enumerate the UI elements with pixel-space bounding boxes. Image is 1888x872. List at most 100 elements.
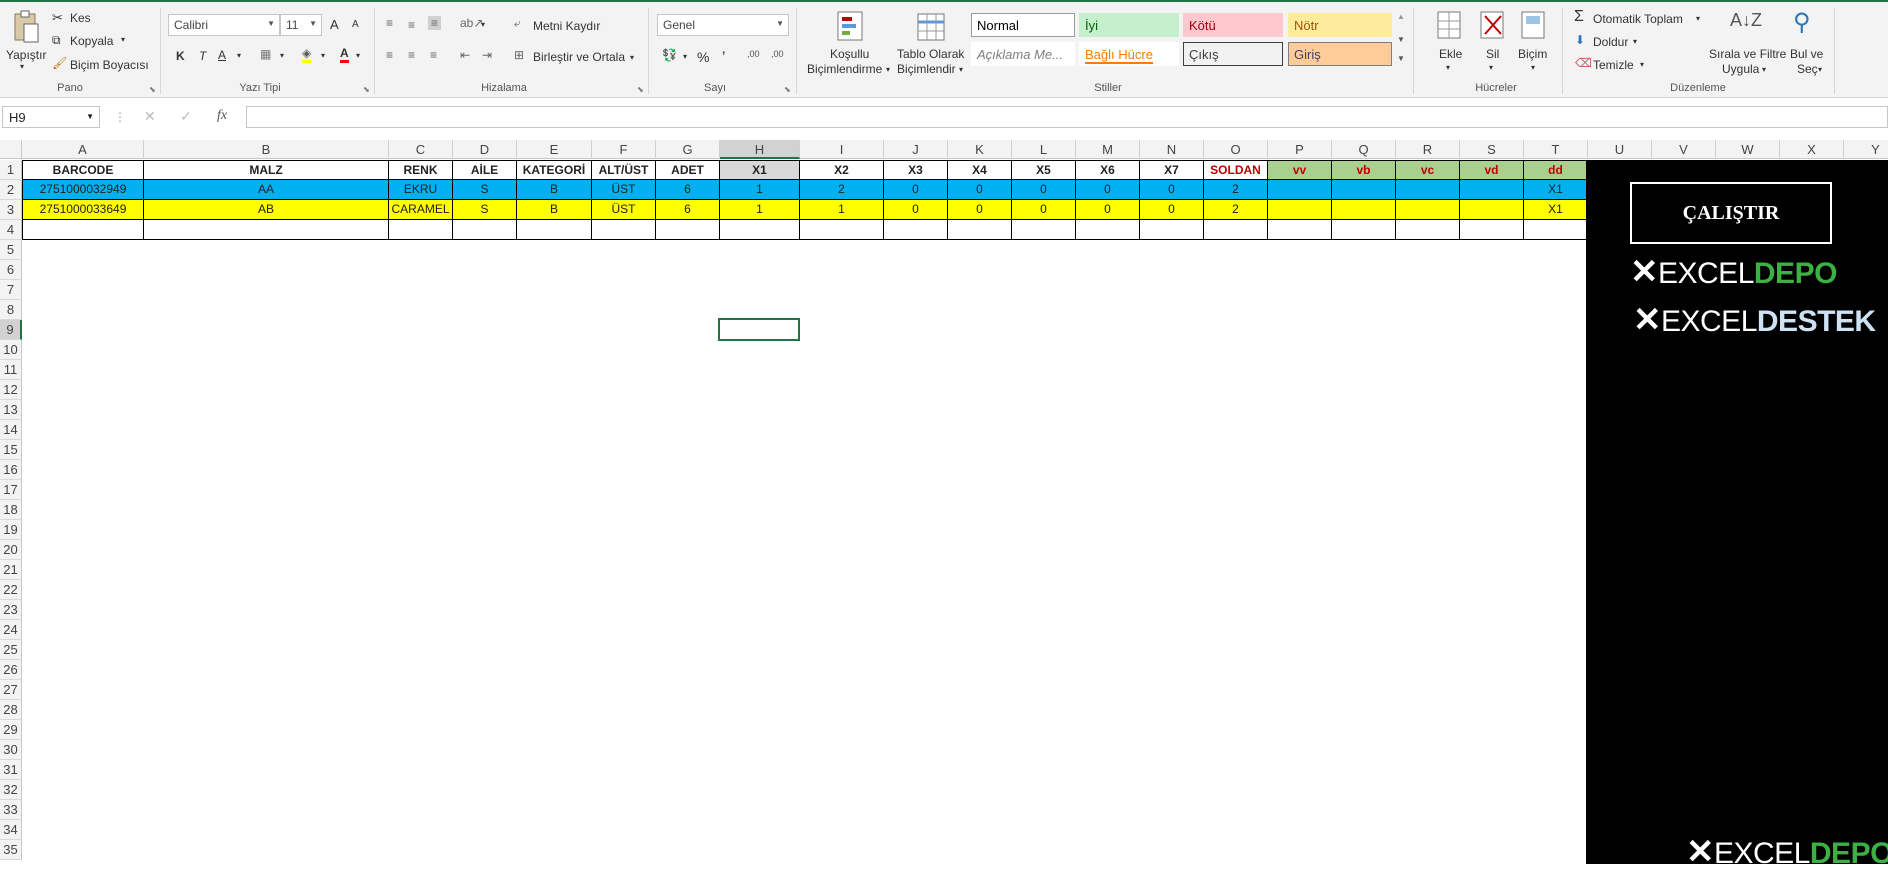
number-format-select[interactable]: Genel ▼ [657, 14, 789, 36]
row-header-16[interactable]: 16 [0, 460, 22, 480]
delete-cells-icon[interactable] [1479, 10, 1507, 42]
table-cell[interactable]: 1 [720, 180, 800, 200]
fill-button[interactable]: Doldur [1593, 35, 1628, 49]
table-cell[interactable] [1332, 180, 1396, 200]
sort-dropdown-icon[interactable]: ▾ [1762, 65, 1766, 74]
merge-icon[interactable]: ⊞ [514, 48, 524, 62]
copy-button[interactable]: Kopyala [70, 34, 113, 48]
column-header-C[interactable]: C [389, 140, 453, 159]
format-dropdown-icon[interactable]: ▾ [1531, 63, 1535, 72]
paste-label[interactable]: Yapıştır [6, 48, 46, 62]
table-cell[interactable]: AA [144, 180, 389, 200]
table-cell[interactable]: 2 [1204, 180, 1268, 200]
table-cell[interactable] [884, 220, 948, 240]
table-cell[interactable]: X1 [1524, 200, 1588, 220]
conditional-formatting-label[interactable]: Koşullu [830, 47, 869, 61]
autosum-dropdown-icon[interactable]: ▾ [1696, 14, 1700, 23]
style-neutral[interactable]: Nötr [1288, 13, 1392, 37]
table-cell[interactable]: 0 [1012, 200, 1076, 220]
styles-more-icon[interactable]: ▼ [1397, 54, 1405, 63]
fill-dropdown-icon[interactable]: ▾ [1633, 37, 1637, 46]
column-header-L[interactable]: L [1012, 140, 1076, 159]
table-cell[interactable] [1460, 220, 1524, 240]
copy-icon[interactable]: ⧉ [52, 33, 61, 48]
column-header-S[interactable]: S [1460, 140, 1524, 159]
format-as-table-icon[interactable] [916, 10, 948, 44]
table-cell[interactable]: AB [144, 200, 389, 220]
insert-function-button[interactable]: fx [217, 108, 227, 124]
header-cell[interactable]: X4 [948, 160, 1012, 180]
borders-icon[interactable]: ▦ [260, 47, 271, 61]
table-cell[interactable] [1460, 180, 1524, 200]
fill-color-icon[interactable]: ◈ [302, 46, 312, 63]
table-cell[interactable] [1140, 220, 1204, 240]
table-cell[interactable]: 2751000033649 [22, 200, 144, 220]
table-cell[interactable]: 6 [656, 180, 720, 200]
formula-bar-drag-icon[interactable]: ⋮ [114, 110, 126, 124]
row-header-35[interactable]: 35 [0, 840, 22, 860]
align-right-icon[interactable]: ≡ [430, 48, 437, 62]
borders-dropdown-icon[interactable]: ▾ [280, 51, 284, 60]
font-color-button[interactable]: A [340, 46, 349, 63]
table-cell[interactable]: 0 [1076, 200, 1140, 220]
number-launcher-icon[interactable]: ⬊ [784, 85, 791, 94]
row-header-27[interactable]: 27 [0, 680, 22, 700]
column-header-M[interactable]: M [1076, 140, 1140, 159]
copy-dropdown-icon[interactable]: ▾ [121, 35, 125, 44]
row-header-18[interactable]: 18 [0, 500, 22, 520]
header-cell[interactable]: SOLDAN [1204, 160, 1268, 180]
find-dropdown-icon[interactable]: ▾ [1818, 65, 1822, 74]
table-cell[interactable]: 0 [948, 200, 1012, 220]
table-cell[interactable]: 0 [1012, 180, 1076, 200]
column-header-D[interactable]: D [453, 140, 517, 159]
row-header-32[interactable]: 32 [0, 780, 22, 800]
column-header-N[interactable]: N [1140, 140, 1204, 159]
cancel-icon[interactable]: ✕ [144, 108, 156, 125]
row-header-19[interactable]: 19 [0, 520, 22, 540]
row-header-5[interactable]: 5 [0, 240, 22, 260]
row-header-21[interactable]: 21 [0, 560, 22, 580]
style-normal[interactable]: Normal [971, 13, 1075, 37]
row-header-1[interactable]: 1 [0, 160, 22, 180]
table-cell[interactable] [389, 220, 453, 240]
format-painter-icon[interactable]: 🖌 [52, 56, 67, 70]
table-cell[interactable] [1396, 180, 1460, 200]
table-cell[interactable] [1268, 220, 1332, 240]
header-cell[interactable]: RENK [389, 160, 453, 180]
wrap-text-icon[interactable]: ⤶ [514, 16, 521, 31]
row-header-2[interactable]: 2 [0, 180, 22, 200]
format-as-table-label[interactable]: Tablo Olarak [897, 47, 964, 61]
style-bad[interactable]: Kötü [1183, 13, 1283, 37]
font-size-select[interactable]: 11 ▼ [280, 14, 322, 36]
increase-decimal-button[interactable]: ,00 [747, 49, 760, 59]
table-cell[interactable]: 0 [1140, 200, 1204, 220]
cut-button[interactable]: Kes [70, 11, 91, 25]
row-header-25[interactable]: 25 [0, 640, 22, 660]
table-cell[interactable]: CARAMEL [389, 200, 453, 220]
clipboard-launcher-icon[interactable]: ⬊ [149, 85, 156, 94]
row-header-20[interactable]: 20 [0, 540, 22, 560]
table-cell[interactable]: 2 [1204, 200, 1268, 220]
percent-button[interactable]: % [697, 49, 709, 65]
row-header-14[interactable]: 14 [0, 420, 22, 440]
find-select-icon[interactable]: ⚲ [1793, 8, 1811, 37]
row-header-13[interactable]: 13 [0, 400, 22, 420]
header-cell[interactable]: vc [1396, 160, 1460, 180]
align-top-icon[interactable]: ≡ [386, 16, 393, 30]
align-middle-icon[interactable]: ≡ [408, 18, 415, 32]
table-cell[interactable]: B [517, 180, 592, 200]
style-explanatory[interactable]: Açıklama Me... [971, 42, 1075, 66]
header-cell[interactable]: X5 [1012, 160, 1076, 180]
format-painter-button[interactable]: Biçim Boyacısı [70, 58, 149, 72]
conditional-formatting-label-2[interactable]: Biçimlendirme [807, 62, 882, 76]
column-header-O[interactable]: O [1204, 140, 1268, 159]
table-cell[interactable]: EKRU [389, 180, 453, 200]
header-cell[interactable]: X1 [720, 160, 800, 180]
table-cell[interactable] [1268, 200, 1332, 220]
row-header-4[interactable]: 4 [0, 220, 22, 240]
accounting-dropdown-icon[interactable]: ▾ [683, 52, 687, 61]
table-cell[interactable] [1268, 180, 1332, 200]
table-cell[interactable] [1332, 220, 1396, 240]
alignment-launcher-icon[interactable]: ⬊ [637, 85, 644, 94]
cut-icon[interactable]: ✂ [52, 10, 63, 26]
